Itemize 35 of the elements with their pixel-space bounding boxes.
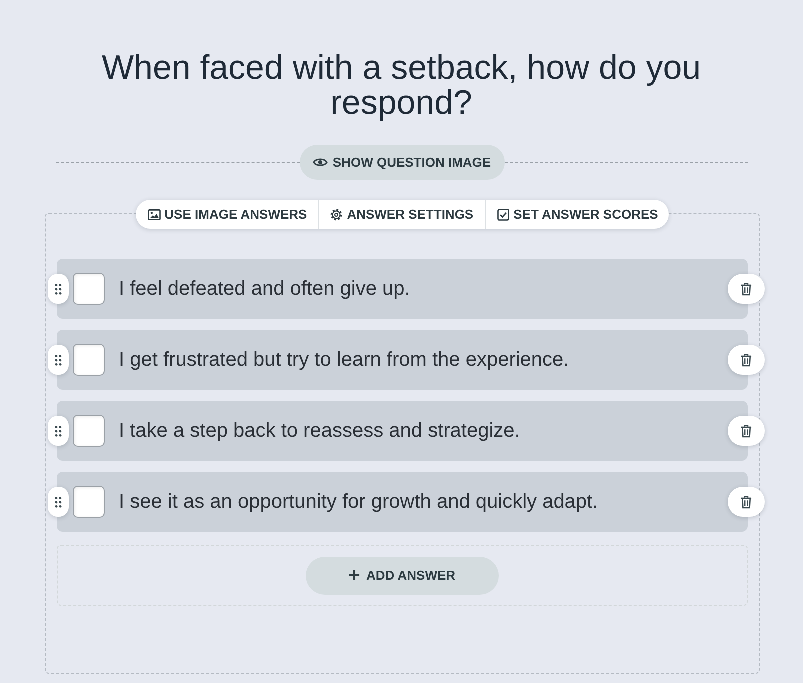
drag-dots-icon — [55, 426, 62, 436]
delete-answer-button[interactable] — [728, 416, 765, 446]
trash-icon — [741, 282, 752, 296]
eye-icon — [312, 157, 328, 168]
drag-handle[interactable] — [48, 416, 69, 446]
drag-dots-icon — [55, 496, 62, 508]
answer-checkbox[interactable] — [73, 273, 105, 305]
checkbox-icon — [496, 208, 510, 220]
toolbar-button[interactable]: ANSWER SETTINGS — [318, 200, 485, 229]
drag-dots-icon — [55, 284, 62, 294]
answer-text: I get frustrated but try to learn from the experience. — [119, 348, 570, 372]
add-answer-button[interactable]: ADD ANSWER — [306, 556, 499, 594]
answer-checkbox[interactable] — [73, 344, 105, 376]
plus-icon — [349, 570, 360, 581]
delete-answer-button[interactable] — [728, 274, 765, 304]
answer-text: I see it as an opportunity for growth and quickly adapt. — [119, 490, 600, 514]
drag-handle[interactable] — [48, 274, 69, 304]
answer-checkbox[interactable] — [73, 486, 105, 518]
trash-icon — [741, 354, 752, 366]
answer-text: I feel defeated and often give up. — [119, 278, 412, 300]
drag-handle[interactable] — [48, 345, 69, 375]
drag-dots-icon — [55, 354, 62, 366]
toolbar-button[interactable]: USE IMAGE ANSWERS — [136, 200, 318, 229]
delete-answer-button[interactable] — [728, 487, 765, 517]
trash-icon — [741, 496, 752, 508]
answer-text: I take a step back to reassess and strategize. — [119, 420, 522, 442]
drag-handle[interactable] — [48, 487, 69, 517]
question-title: When faced with a setback, how do you respond? — [100, 51, 702, 121]
delete-answer-button[interactable] — [728, 345, 765, 375]
image-icon — [148, 208, 161, 220]
answer-checkbox[interactable] — [73, 415, 105, 447]
trash-icon — [741, 424, 752, 438]
show-question-image-button[interactable]: SHOW QUESTION IMAGE — [300, 145, 504, 180]
toolbar-button[interactable]: SET ANSWER SCORES — [484, 200, 670, 229]
gear-icon — [330, 208, 344, 220]
